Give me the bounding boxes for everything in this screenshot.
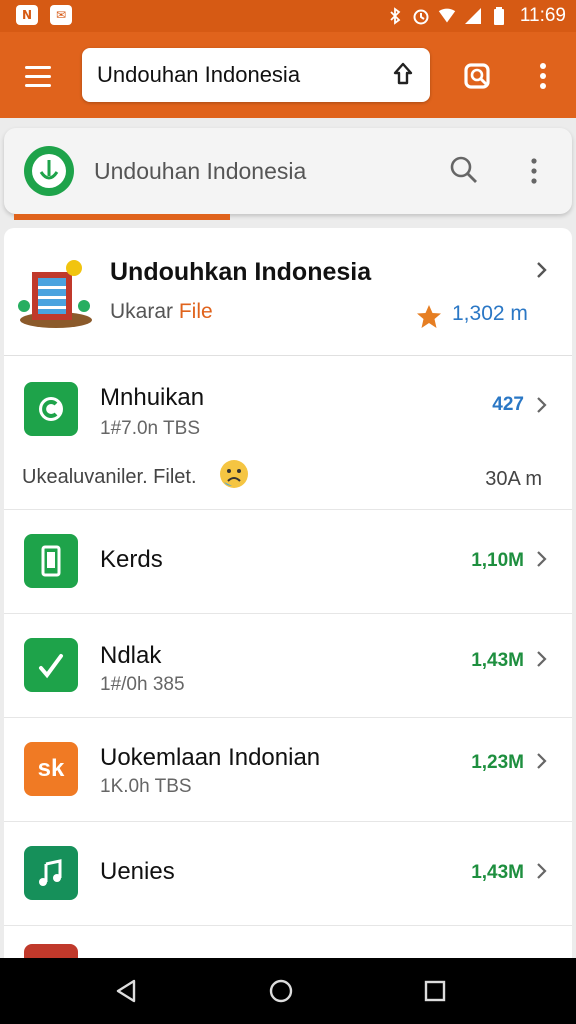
list-item-title: Uokemlaan Indonian [100, 744, 321, 771]
chevron-right-icon[interactable] [532, 258, 552, 282]
list-item-title: Ndlak [100, 642, 162, 669]
address-bar[interactable]: Undouhan Indonesia [82, 48, 430, 102]
list-item-stat: 1,10M [471, 550, 524, 571]
list-header-subtitle-accent: File [178, 300, 213, 323]
store-illustration-icon [18, 254, 94, 330]
page-load-progress [14, 214, 230, 220]
notification-icon: ✉ [50, 5, 72, 25]
chevron-right-icon[interactable] [534, 548, 550, 570]
chevron-right-icon[interactable] [534, 394, 550, 416]
back-icon[interactable] [112, 976, 142, 1006]
more-vert-icon[interactable] [530, 58, 556, 94]
list-item-stat: 1,23M [471, 752, 524, 773]
list-item[interactable]: Ndlak 1#/0h 385 1,43M [4, 614, 572, 718]
list-item-subtitle: 1#/0h 385 [100, 674, 185, 695]
status-bar: N ✉ 11:69 [0, 0, 576, 32]
list-item[interactable] [4, 926, 572, 958]
share-icon[interactable] [388, 60, 418, 90]
system-nav-bar [0, 958, 576, 1024]
wifi-icon [438, 7, 456, 25]
list-item-stat: 1,43M [471, 862, 524, 883]
menu-icon[interactable] [20, 58, 56, 94]
status-time: 11:69 [519, 5, 566, 26]
home-icon[interactable] [266, 976, 296, 1006]
sad-face-icon [218, 458, 250, 490]
tabs-icon[interactable] [460, 58, 496, 94]
check-icon [24, 638, 78, 692]
chat-icon [24, 382, 78, 436]
list-header-stat: 1,302 m [452, 302, 528, 325]
chevron-right-icon[interactable] [534, 750, 550, 772]
list-item[interactable]: sk Uokemlaan Indonian 1K.0h TBS 1,23M [4, 718, 572, 822]
sk-icon: sk [24, 742, 78, 796]
list-header-subtitle-prefix: Ukarar [110, 300, 179, 323]
notification-icon: N [16, 5, 38, 25]
search-icon[interactable] [448, 154, 480, 186]
chevron-right-icon[interactable] [534, 648, 550, 670]
list-header-subtitle: Ukarar File [110, 300, 213, 324]
bluetooth-icon [386, 7, 404, 25]
chevron-right-icon[interactable] [534, 860, 550, 882]
list-item-stat: 1,43M [471, 650, 524, 671]
list-item-subtitle: 1K.0h TBS [100, 776, 192, 797]
list-header[interactable]: Undouhkan Indonesia Ukarar File 1,302 m [4, 228, 572, 356]
more-vert-icon[interactable] [524, 154, 544, 188]
site-search-card[interactable]: Undouhan Indonesia [4, 128, 572, 214]
list-item-stat: 427 [492, 394, 524, 415]
star-icon [414, 302, 444, 332]
list-item-note-stat: 30A m [485, 468, 542, 490]
site-search-text: Undouhan Indonesia [94, 158, 307, 184]
list-item-title: Kerds [100, 546, 163, 573]
list-item-title: Mnhuikan [100, 384, 205, 411]
list-item-note: Ukealuvaniler. Filet. [22, 466, 197, 488]
list-item-title: Uenies [100, 858, 175, 885]
site-logo-icon [24, 146, 74, 196]
music-icon [24, 846, 78, 900]
phone-icon [24, 534, 78, 588]
list-item[interactable]: Mnhuikan 1#7.0n TBS 427 Ukealuvaniler. F… [4, 356, 572, 510]
app-icon [24, 944, 78, 958]
list-header-title: Undouhkan Indonesia [110, 258, 372, 286]
app-bar: Undouhan Indonesia [0, 32, 576, 118]
recents-icon[interactable] [420, 976, 450, 1006]
list-item[interactable]: Uenies 1,43M [4, 822, 572, 926]
list-item[interactable]: Kerds 1,10M [4, 510, 572, 614]
address-text: Undouhan Indonesia [97, 62, 301, 87]
download-list-panel: Undouhkan Indonesia Ukarar File 1,302 m … [4, 228, 572, 958]
signal-icon [464, 7, 482, 25]
list-item-subtitle: 1#7.0n TBS [100, 418, 201, 439]
alarm-icon [412, 7, 430, 25]
battery-icon [490, 7, 508, 25]
